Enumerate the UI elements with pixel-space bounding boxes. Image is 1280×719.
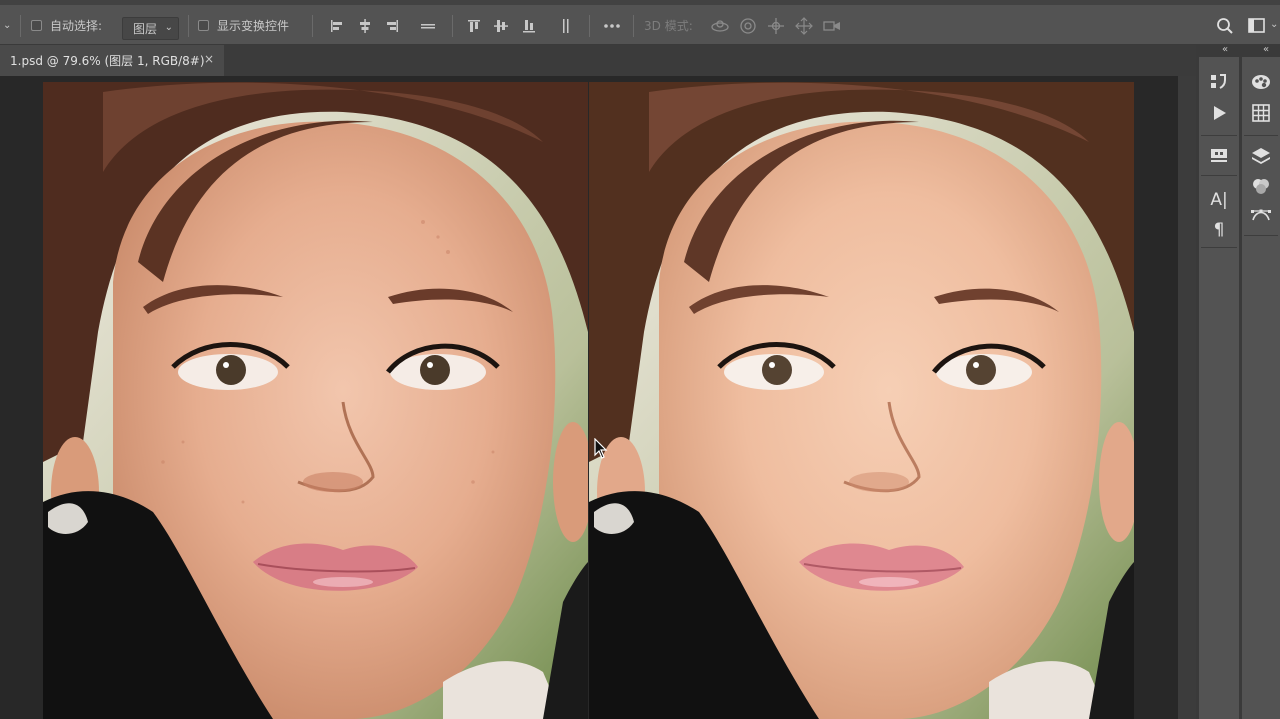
distribute-vertical-icon[interactable] (556, 15, 576, 37)
search-icon[interactable] (1215, 15, 1235, 37)
divider (1201, 175, 1237, 176)
dock-column-2 (1242, 57, 1280, 719)
grid-swatches-icon[interactable] (1246, 100, 1276, 126)
show-transform-checkbox[interactable] (198, 5, 209, 45)
history-icon[interactable] (1204, 69, 1234, 95)
align-bottom-icon[interactable] (519, 15, 539, 37)
mouse-cursor-icon (594, 438, 608, 459)
divider (589, 15, 590, 37)
channels-icon[interactable] (1246, 173, 1276, 199)
dock-column-1: A| ¶ (1199, 57, 1239, 719)
divider (1244, 135, 1278, 136)
mode-3d-label-wrap: 3D 模式: (644, 5, 693, 45)
character-glyph: A| (1210, 190, 1228, 210)
canvas-scrollbar[interactable] (1178, 76, 1196, 719)
paragraph-icon[interactable]: ¶ (1204, 217, 1234, 243)
scale-3d-icon[interactable] (822, 15, 842, 37)
align-left-icon[interactable] (327, 15, 347, 37)
roll-3d-icon[interactable] (738, 15, 758, 37)
photo-after-retouch (589, 82, 1134, 719)
align-right-icon[interactable] (382, 15, 402, 37)
document-canvas[interactable] (43, 82, 1134, 719)
auto-select-target-dropdown[interactable]: 图层 ⌄ (122, 17, 179, 40)
collapse-panels-icon[interactable]: « (1222, 44, 1228, 55)
paths-icon[interactable] (1246, 203, 1276, 229)
workspace-dropdown[interactable]: ⌄ (1268, 15, 1280, 37)
divider (452, 15, 453, 37)
divider (312, 15, 313, 37)
show-transform-label-wrap: 显示变换控件 (217, 5, 289, 45)
photo-before-retouch (43, 82, 588, 719)
color-wheel-icon[interactable] (1246, 69, 1276, 95)
layers-icon[interactable] (1246, 143, 1276, 169)
document-tab-bar: 1.psd @ 79.6% (图层 1, RGB/8#) × (0, 45, 1196, 76)
chevron-down-icon: ⌄ (164, 22, 173, 33)
checkbox-box[interactable] (31, 19, 42, 31)
close-icon[interactable]: × (204, 52, 214, 66)
divider (1244, 235, 1278, 236)
document-tab-title: 1.psd @ 79.6% (图层 1, RGB/8#) (10, 54, 205, 68)
divider (20, 15, 21, 37)
align-vcenter-icon[interactable] (491, 15, 511, 37)
actions-play-icon[interactable] (1204, 100, 1234, 126)
auto-select-target-value: 图层 (133, 22, 158, 36)
auto-select-label-wrap: 自动选择: (50, 5, 102, 45)
pan-3d-icon[interactable] (766, 15, 786, 37)
menu-strip (0, 0, 1280, 5)
divider (1201, 247, 1237, 248)
workspace-icon[interactable] (1247, 15, 1267, 37)
show-transform-label: 显示变换控件 (217, 18, 290, 33)
document-tab[interactable]: 1.psd @ 79.6% (图层 1, RGB/8#) × (0, 45, 224, 76)
align-top-icon[interactable] (464, 15, 484, 37)
slide-3d-icon[interactable] (794, 15, 814, 37)
align-hcenter-icon[interactable] (355, 15, 375, 37)
options-bar: ⌄ 自动选择: 图层 ⌄ 显示变换控件 3D 模式: ⌄ (0, 0, 1280, 45)
chevron-down-icon: ⌄ (3, 19, 12, 31)
auto-select-label: 自动选择: (50, 18, 103, 33)
auto-select-checkbox[interactable] (31, 5, 42, 45)
divider (188, 15, 189, 37)
distribute-horizontal-icon[interactable] (418, 15, 438, 37)
ellipsis-icon[interactable] (602, 15, 622, 37)
properties-icon[interactable] (1204, 142, 1234, 168)
canvas-area[interactable] (0, 76, 1196, 719)
orbit-3d-icon[interactable] (710, 15, 730, 37)
mode-3d-label: 3D 模式: (644, 18, 693, 33)
tool-preset-dropdown[interactable]: ⌄ (3, 5, 11, 45)
checkbox-box[interactable] (198, 19, 209, 31)
divider (633, 15, 634, 37)
character-icon[interactable]: A| (1204, 187, 1234, 213)
divider (1201, 135, 1237, 136)
paragraph-glyph: ¶ (1213, 220, 1225, 240)
chevron-down-icon: ⌄ (1270, 19, 1279, 30)
collapse-panels-icon[interactable]: « (1263, 44, 1269, 55)
